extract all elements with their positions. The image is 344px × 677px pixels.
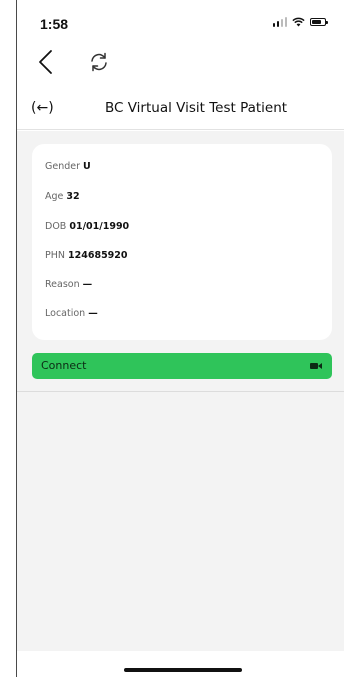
status-time: 1:58 bbox=[40, 16, 69, 32]
reason-value: — bbox=[82, 279, 93, 290]
wifi-icon bbox=[292, 17, 305, 27]
dob-label: DOB bbox=[45, 221, 67, 232]
phn-row: PHN 124685920 bbox=[45, 250, 128, 261]
video-camera-icon bbox=[310, 363, 322, 369]
connect-button[interactable]: Connect bbox=[32, 353, 332, 379]
phn-value: 124685920 bbox=[68, 250, 128, 261]
content-area: Gender U Age 32 DOB 01/01/1990 PHN 12468… bbox=[17, 131, 344, 651]
home-indicator[interactable] bbox=[124, 668, 242, 672]
app-frame: 1:58 (←) BC Virtual Visit Test Patient G… bbox=[16, 0, 344, 677]
age-row: Age 32 bbox=[45, 191, 80, 202]
gender-label: Gender bbox=[45, 161, 81, 172]
header-back-link[interactable]: (←) bbox=[31, 100, 54, 116]
location-label: Location bbox=[45, 308, 86, 319]
status-icons bbox=[272, 17, 328, 27]
battery-icon bbox=[310, 18, 328, 26]
connect-label: Connect bbox=[41, 359, 87, 372]
refresh-button[interactable] bbox=[87, 50, 111, 74]
reason-row: Reason — bbox=[45, 279, 92, 290]
status-bar: 1:58 bbox=[17, 0, 344, 40]
page-header: (←) BC Virtual Visit Test Patient bbox=[17, 90, 344, 130]
cellular-signal-icon bbox=[272, 17, 287, 27]
location-value: — bbox=[88, 308, 98, 319]
dob-row: DOB 01/01/1990 bbox=[45, 221, 129, 232]
phn-label: PHN bbox=[45, 250, 65, 261]
reason-label: Reason bbox=[45, 279, 80, 290]
patient-info-card: Gender U Age 32 DOB 01/01/1990 PHN 12468… bbox=[32, 144, 332, 340]
dob-value: 01/01/1990 bbox=[69, 221, 130, 232]
age-label: Age bbox=[45, 191, 64, 202]
gender-value: U bbox=[83, 161, 91, 172]
refresh-icon bbox=[91, 52, 107, 72]
gender-row: Gender U bbox=[45, 161, 91, 172]
navigation-bar bbox=[17, 40, 344, 84]
chevron-left-icon bbox=[39, 50, 52, 74]
back-button[interactable] bbox=[35, 48, 59, 76]
page-title: BC Virtual Visit Test Patient bbox=[105, 100, 288, 116]
age-value: 32 bbox=[66, 191, 80, 202]
divider bbox=[17, 391, 344, 392]
location-row: Location — bbox=[45, 308, 98, 319]
